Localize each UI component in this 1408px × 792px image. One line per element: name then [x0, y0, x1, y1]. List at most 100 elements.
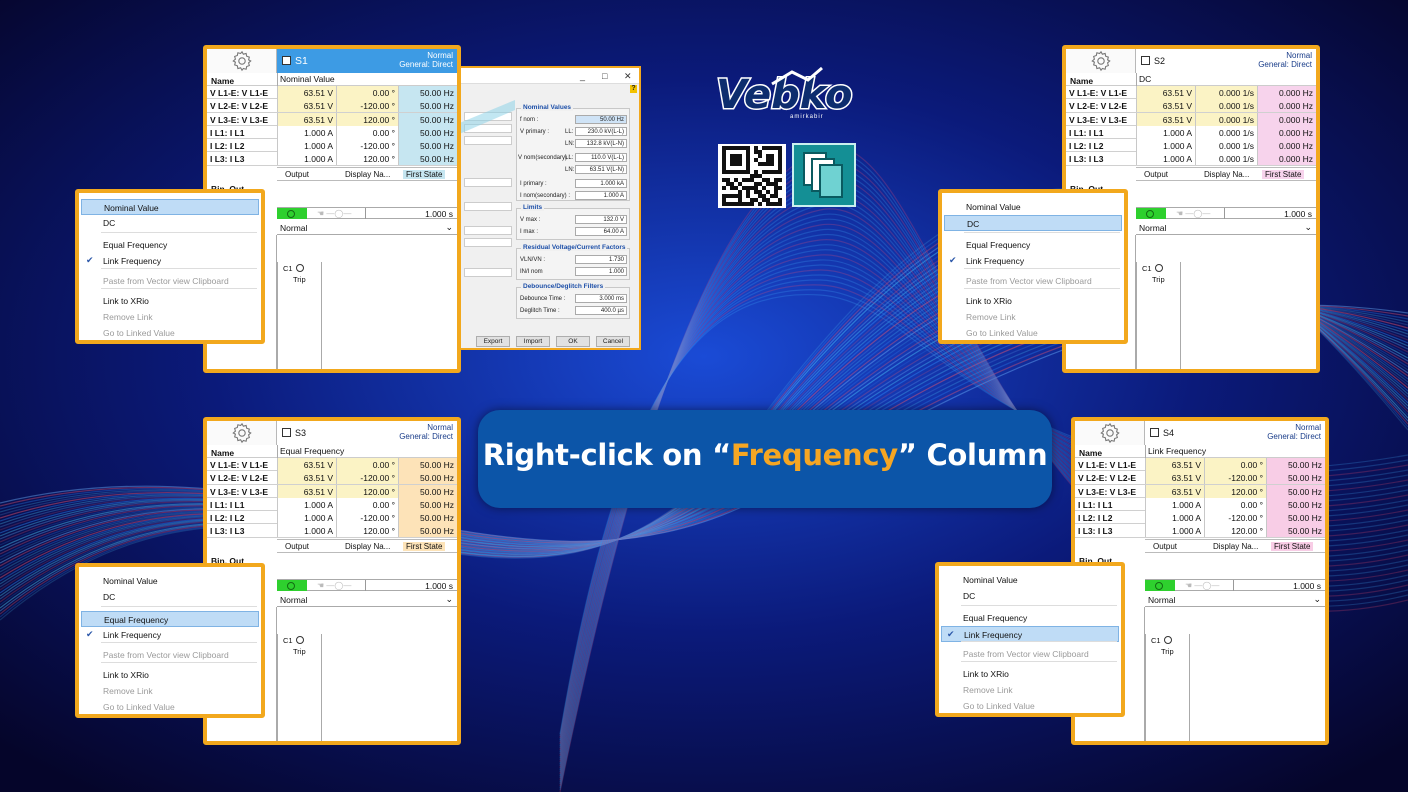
magnitude-cell[interactable]: 63.51 V	[1136, 112, 1195, 126]
state-checkbox[interactable]	[282, 428, 291, 437]
menu-item[interactable]: Nominal Value	[81, 199, 259, 215]
tab-first-state[interactable]: First State	[1271, 542, 1314, 551]
state-title[interactable]: S4 Normal General: Direct	[1145, 421, 1325, 445]
phase-cell[interactable]: -120.00 °	[336, 139, 398, 153]
menu-item[interactable]: Nominal Value	[941, 572, 1119, 588]
menu-item[interactable]: Link to XRio	[81, 293, 259, 309]
table-row[interactable]: I L1: I L1 1.000 A 0.00 ° 50.00 Hz	[207, 497, 457, 512]
menu-item[interactable]: Link to XRio	[941, 666, 1119, 682]
hand-switch-icon[interactable]: ☚ —◯—	[317, 581, 362, 590]
table-row[interactable]: I L2: I L2 1.000 A 0.000 1/s 0.000 Hz	[1066, 139, 1316, 153]
frequency-cell[interactable]: 50.00 Hz	[398, 125, 457, 139]
close-icon[interactable]: ✕	[624, 71, 632, 82]
magnitude-cell[interactable]: 1.000 A	[277, 524, 336, 538]
vsec-ln-field[interactable]: 63.51 V(L-N)	[575, 165, 627, 174]
menu-item[interactable]: Equal Frequency	[81, 611, 259, 627]
state-title[interactable]: S2 Normal General: Direct	[1136, 49, 1316, 73]
ok-button[interactable]: OK	[556, 336, 590, 347]
duration-value[interactable]: 1.000 s	[425, 581, 453, 591]
help-icon[interactable]: ?	[630, 85, 637, 93]
frequency-cell[interactable]: 50.00 Hz	[1266, 524, 1325, 538]
phase-cell[interactable]: 0.000 1/s	[1195, 112, 1257, 126]
cancel-button[interactable]: Cancel	[596, 336, 630, 347]
table-row[interactable]: V L2-E: V L2-E 63.51 V 0.000 1/s 0.000 H…	[1066, 99, 1316, 113]
contact-radio[interactable]	[1164, 636, 1172, 644]
trigger-select[interactable]: Normal ⌄	[277, 594, 457, 607]
contact-radio[interactable]	[1155, 264, 1163, 272]
table-row[interactable]: V L1-E: V L1-E 63.51 V 0.00 ° 50.00 Hz	[207, 86, 457, 100]
tab-output[interactable]: Output	[1144, 170, 1168, 179]
magnitude-cell[interactable]: 1.000 A	[1145, 497, 1204, 511]
menu-item[interactable]: Go to Linked Value	[941, 698, 1119, 714]
table-row[interactable]: I L2: I L2 1.000 A -120.00 ° 50.00 Hz	[1075, 511, 1325, 525]
phase-cell[interactable]: 0.00 °	[336, 86, 398, 99]
magnitude-cell[interactable]: 63.51 V	[277, 112, 336, 126]
menu-item[interactable]: Remove Link	[941, 682, 1119, 698]
table-row[interactable]: V L3-E: V L3-E 63.51 V 0.000 1/s 0.000 H…	[1066, 112, 1316, 126]
menu-item[interactable]: Nominal Value	[944, 199, 1122, 215]
phase-cell[interactable]: 120.00 °	[336, 484, 398, 498]
phase-cell[interactable]: -120.00 °	[336, 99, 398, 113]
dialog-field[interactable]	[464, 136, 512, 145]
contact-radio[interactable]	[296, 264, 304, 272]
tab-first-state[interactable]: First State	[403, 542, 446, 551]
frequency-cell[interactable]: 0.000 Hz	[1257, 125, 1316, 139]
tab-output[interactable]: Output	[1153, 542, 1177, 551]
menu-item[interactable]: DC	[941, 588, 1119, 604]
frequency-cell[interactable]: 0.000 Hz	[1257, 139, 1316, 153]
phase-cell[interactable]: 120.00 °	[1204, 524, 1266, 538]
menu-item[interactable]: Go to Linked Value	[81, 699, 259, 715]
magnitude-cell[interactable]: 63.51 V	[1136, 99, 1195, 113]
phase-cell[interactable]: 0.00 °	[336, 125, 398, 139]
magnitude-cell[interactable]: 63.51 V	[1145, 484, 1204, 498]
frequency-cell[interactable]: 50.00 Hz	[398, 458, 457, 471]
fnom-field[interactable]: 50.00 Hz	[575, 115, 627, 124]
phase-cell[interactable]: 120.00 °	[1204, 484, 1266, 498]
vprimary-ln-field[interactable]: 132.8 kV(L-N)	[575, 139, 627, 148]
import-button[interactable]: Import	[516, 336, 550, 347]
magnitude-cell[interactable]: 63.51 V	[1136, 86, 1195, 99]
magnitude-cell[interactable]: 1.000 A	[277, 139, 336, 153]
duration-value[interactable]: 1.000 s	[1284, 209, 1312, 219]
table-row[interactable]: V L1-E: V L1-E 63.51 V 0.000 1/s 0.000 H…	[1066, 86, 1316, 100]
tab-display-name[interactable]: Display Na...	[1204, 170, 1249, 179]
table-row[interactable]: I L2: I L2 1.000 A -120.00 ° 50.00 Hz	[207, 511, 457, 525]
gear-icon[interactable]	[207, 421, 277, 445]
magnitude-cell[interactable]: 1.000 A	[277, 497, 336, 511]
dialog-field[interactable]	[464, 202, 512, 211]
tab-first-state[interactable]: First State	[1262, 170, 1305, 179]
menu-item[interactable]: DC	[81, 589, 259, 605]
dialog-field[interactable]	[464, 226, 512, 235]
vprimary-ll-field[interactable]: 230.0 kV(L-L)	[575, 127, 627, 136]
magnitude-cell[interactable]: 1.000 A	[1136, 152, 1195, 166]
menu-item[interactable]: Go to Linked Value	[944, 325, 1122, 341]
menu-item[interactable]: Equal Frequency	[81, 237, 259, 253]
isec-field[interactable]: 1.000 A	[575, 191, 627, 200]
gear-icon[interactable]	[1075, 421, 1145, 445]
menu-item[interactable]: Go to Linked Value	[81, 325, 259, 341]
phase-cell[interactable]: 0.000 1/s	[1195, 125, 1257, 139]
menu-item[interactable]: Paste from Vector view Clipboard	[81, 273, 259, 289]
magnitude-cell[interactable]: 63.51 V	[1145, 458, 1204, 471]
hand-switch-icon[interactable]: ☚ —◯—	[1185, 581, 1230, 590]
menu-item[interactable]: Paste from Vector view Clipboard	[944, 273, 1122, 289]
table-row[interactable]: V L3-E: V L3-E 63.51 V 120.00 ° 50.00 Hz	[207, 112, 457, 126]
tab-display-name[interactable]: Display Na...	[1213, 542, 1258, 551]
frequency-cell[interactable]: 50.00 Hz	[1266, 511, 1325, 525]
gear-icon[interactable]	[1066, 49, 1136, 73]
magnitude-cell[interactable]: 63.51 V	[277, 99, 336, 113]
frequency-cell[interactable]: 50.00 Hz	[398, 139, 457, 153]
phase-cell[interactable]: 0.000 1/s	[1195, 99, 1257, 113]
hand-switch-icon[interactable]: ☚ —◯—	[1176, 209, 1221, 218]
frequency-cell[interactable]: 50.00 Hz	[1266, 471, 1325, 485]
menu-item[interactable]: Remove Link	[81, 309, 259, 325]
table-row[interactable]: V L2-E: V L2-E 63.51 V -120.00 ° 50.00 H…	[207, 471, 457, 485]
magnitude-cell[interactable]: 1.000 A	[1136, 139, 1195, 153]
frequency-cell[interactable]: 0.000 Hz	[1257, 152, 1316, 166]
frequency-cell[interactable]: 50.00 Hz	[398, 86, 457, 99]
menu-item[interactable]: Nominal Value	[81, 573, 259, 589]
menu-item[interactable]: ✔ Link Frequency	[81, 253, 259, 269]
state-title[interactable]: S1 Normal General: Direct	[277, 49, 457, 73]
duration-value[interactable]: 1.000 s	[425, 209, 453, 219]
menu-item[interactable]: Paste from Vector view Clipboard	[941, 646, 1119, 662]
